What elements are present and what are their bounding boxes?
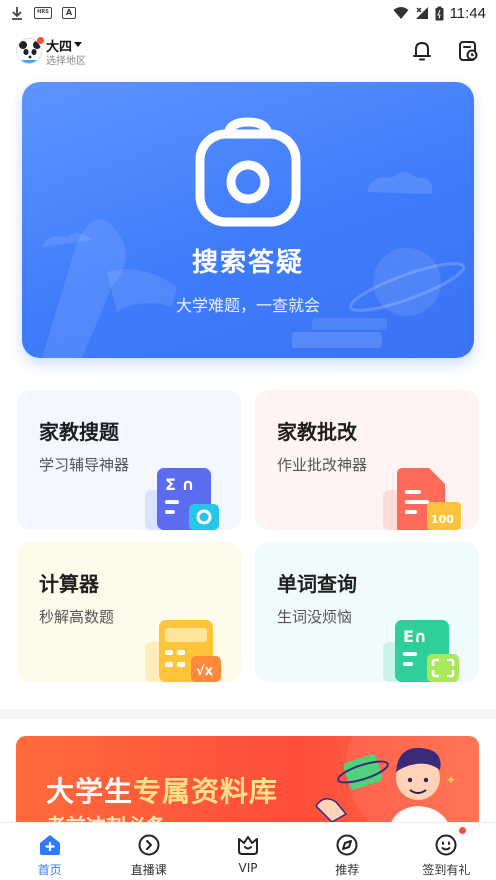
notification-dot (37, 37, 44, 44)
card-subtitle: 秒解高数题 (39, 608, 115, 626)
history-icon[interactable] (455, 38, 481, 64)
resource-library-promo[interactable]: ✦ 大学生专属资料库 考前冲刺必备 (16, 736, 479, 836)
card-title: 计算器 (39, 572, 99, 596)
chevron-down-icon[interactable] (74, 42, 82, 47)
promo-illustration: ✦ (315, 736, 479, 836)
graded-paper-icon: 100 (383, 468, 461, 530)
promo-title: 大学生专属资料库 (46, 775, 279, 808)
svg-text:E∩: E∩ (403, 627, 427, 646)
banner-title: 搜索答疑 (191, 248, 304, 278)
nav-live-course[interactable]: 直播课 (99, 823, 198, 880)
svg-text:√x: √x (196, 664, 214, 679)
card-title: 家教搜题 (39, 420, 119, 444)
status-bar: HRS A 11:44 (0, 0, 496, 26)
card-title: 单词查询 (277, 572, 357, 596)
smiley-gift-icon (435, 834, 457, 856)
search-answer-banner[interactable]: 搜索答疑 大学难题，一查就会 (22, 82, 474, 358)
a-icon: A (62, 7, 76, 19)
home-icon (39, 835, 60, 855)
card-subtitle: 作业批改神器 (277, 456, 368, 474)
vip-crown-icon (238, 836, 258, 855)
card-title: 家教批改 (277, 420, 357, 444)
section-divider (0, 709, 496, 719)
banner-illustration (42, 117, 466, 358)
svg-text:Σ ∩: Σ ∩ (165, 475, 195, 494)
compass-icon (336, 834, 358, 856)
bell-icon[interactable] (409, 38, 435, 64)
wifi-icon (393, 7, 409, 19)
formula-book-icon: Σ ∩ (145, 468, 219, 530)
notification-dot (459, 827, 467, 834)
app-header: 大四 选择地区 (0, 34, 496, 70)
clock: 11:44 (449, 4, 486, 22)
nav-home[interactable]: 首页 (0, 823, 99, 880)
tutor-grading-card[interactable]: 家教批改 作业批改神器 100 (255, 390, 479, 530)
word-lookup-card[interactable]: 单词查询 生词没烦恼 E∩ (255, 542, 479, 682)
location-subtitle[interactable]: 选择地区 (46, 52, 86, 67)
calculator-card[interactable]: 计算器 秒解高数题 √x (17, 542, 241, 682)
dictionary-icon: E∩ (383, 620, 459, 682)
score-badge: 100 (431, 513, 454, 526)
signal-icon (415, 7, 428, 19)
card-subtitle: 生词没烦恼 (277, 608, 353, 626)
card-subtitle: 学习辅导神器 (39, 456, 130, 474)
battery-icon (435, 6, 444, 20)
nav-recommend[interactable]: 推荐 (298, 823, 397, 880)
calculator-icon: √x (145, 620, 221, 682)
banner-subtitle: 大学难题，一查就会 (175, 296, 320, 315)
play-circle-icon (138, 834, 160, 856)
nav-vip[interactable]: VIP (198, 823, 297, 880)
hrs-icon: HRS (34, 7, 52, 19)
download-icon (12, 7, 22, 20)
svg-text:✦: ✦ (446, 773, 456, 787)
tutor-search-card[interactable]: 家教搜题 学习辅导神器 Σ ∩ (17, 390, 241, 530)
bottom-navigation: 首页 直播课 VIP 推荐 签到有礼 (0, 822, 496, 880)
nav-checkin-gift[interactable]: 签到有礼 (397, 823, 496, 880)
